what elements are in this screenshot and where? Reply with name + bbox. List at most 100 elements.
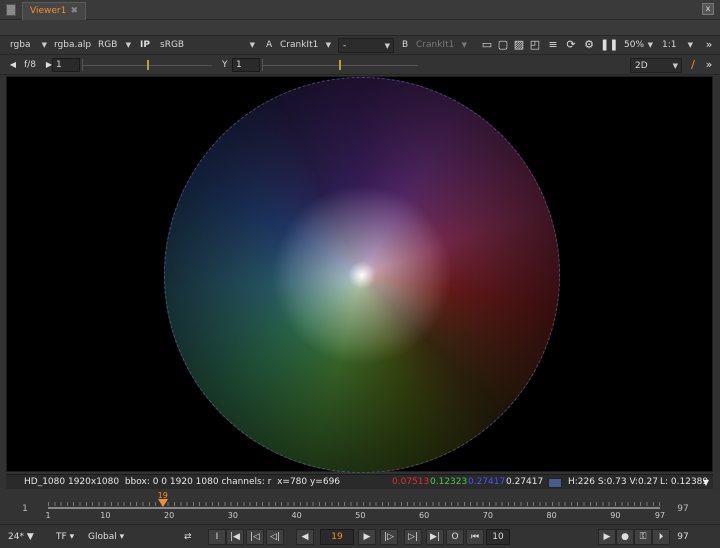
timeline-playhead[interactable]: [157, 499, 168, 507]
bbox-info: bbox: 0 0 1920 1080: [124, 477, 219, 487]
fps-value: 24*: [8, 532, 24, 542]
fstop-label: f/8: [24, 60, 36, 70]
proxy-dropdown[interactable]: 1:1 ▼: [658, 38, 696, 53]
info-menu-icon[interactable]: ▼: [703, 475, 709, 490]
play-backward-icon[interactable]: ◀: [296, 529, 314, 545]
play-forward-icon[interactable]: ▶: [358, 529, 376, 545]
more-options-icon[interactable]: »: [702, 38, 716, 52]
viewer-lut-dropdown[interactable]: sRGB ▼: [156, 38, 258, 53]
fps-dropdown[interactable]: 24* ▼: [8, 529, 52, 545]
pixel-alpha-value: 0.27417: [506, 477, 544, 487]
step-back-icon[interactable]: ◁|: [266, 529, 284, 545]
timeline-frame-label: 70: [482, 511, 493, 520]
pause-icon[interactable]: ❚❚: [600, 38, 618, 52]
input-process-button[interactable]: IP: [136, 38, 154, 53]
lock-icon[interactable]: ⚿: [634, 529, 652, 545]
end-frame-field[interactable]: 97: [670, 529, 696, 545]
gamma-field[interactable]: 1: [232, 58, 260, 72]
time-format-dropdown[interactable]: TF ▾: [56, 529, 80, 545]
playback-mode-icon[interactable]: ⇄: [184, 529, 204, 545]
step-mode-icon[interactable]: ⏵: [652, 529, 670, 545]
compare-mode-dropdown[interactable]: - ▼: [338, 38, 394, 53]
viewer-toolbar: rgba ▼ rgba.alp RGB ▼ IP sRGB ▼ A CrankIt1 ▼…: [0, 36, 720, 55]
gamma-slider[interactable]: [262, 59, 418, 71]
gamma-slider-handle[interactable]: [339, 60, 341, 70]
timeline-end-frame[interactable]: 97: [670, 496, 696, 522]
frame-range-dropdown[interactable]: Global ▾: [88, 529, 134, 545]
input-a-label: A: [266, 40, 273, 50]
pixel-green-value: 0.12323: [430, 477, 468, 487]
chevron-down-icon: ▼: [26, 532, 34, 542]
view-mode-dropdown[interactable]: 2D ▼: [630, 58, 682, 73]
tab-close-icon[interactable]: ✖: [70, 6, 78, 16]
playback-bar: 24* ▼ TF ▾ Global ▾ ⇄ I |◀ |◁ ◁| ◀ 19 ▶ …: [0, 524, 720, 548]
timeline-frame-label: 90: [610, 511, 621, 520]
pane-menu-icon[interactable]: [6, 4, 16, 16]
timeline-frame-label: 1: [45, 511, 51, 520]
input-b-label: B: [402, 40, 409, 50]
display-value: RGB: [98, 40, 118, 50]
tab-viewer1[interactable]: Viewer1 ✖: [22, 2, 86, 20]
input-a-dropdown[interactable]: CrankIt1 ▼: [276, 38, 334, 53]
color-sphere-image: [164, 77, 560, 473]
view-mode-value: 2D: [635, 61, 648, 71]
gain-slider-handle[interactable]: [147, 60, 149, 70]
gain-field[interactable]: 1: [52, 58, 80, 72]
chevron-down-icon: ▼: [325, 41, 331, 49]
pixel-hsv-value: H:226 S:0.73 V:0.27: [568, 477, 658, 487]
viewer-canvas[interactable]: [6, 76, 713, 473]
channels-dropdown[interactable]: rgba ▼: [6, 38, 50, 53]
frame-increment-field[interactable]: 10: [486, 529, 510, 545]
timeline-start-frame[interactable]: 1: [12, 496, 38, 522]
timeline-scrubber[interactable]: 19 1 10 20 30 40 50 60 70 80 90 97: [45, 491, 665, 520]
timeline-frame-label: 40: [291, 511, 302, 520]
input-b-dropdown[interactable]: CrankIt1 ▼: [412, 38, 470, 53]
flipbook-icon[interactable]: ▶: [598, 529, 616, 545]
more-options-icon[interactable]: »: [702, 58, 716, 72]
title-bar: Viewer1 ✖ x: [0, 0, 720, 20]
zebra-stripes-icon[interactable]: ▨: [512, 38, 526, 52]
tab-title: Viewer1: [30, 6, 67, 16]
skip-to-start-icon[interactable]: |◀: [226, 529, 244, 545]
roi-icon[interactable]: ◰: [528, 38, 542, 52]
display-channels-dropdown[interactable]: RGB ▼: [94, 38, 134, 53]
current-frame-field[interactable]: 19: [320, 529, 354, 545]
input-b-value: CrankIt1: [416, 40, 455, 50]
zoom-dropdown[interactable]: 50% ▼: [620, 38, 656, 53]
time-format-value: TF: [56, 532, 67, 542]
compare-mode-value: -: [343, 41, 347, 51]
toolbar-spacer: [0, 20, 720, 36]
lines-icon[interactable]: ≡: [546, 38, 560, 52]
proxy-value: 1:1: [662, 40, 677, 50]
step-increment-icon[interactable]: ⏮: [466, 529, 484, 545]
chevron-down-icon: ▼: [461, 41, 467, 49]
input-a-value: CrankIt1: [280, 40, 319, 50]
timeline-frame-label: 50: [355, 511, 366, 520]
refresh-icon[interactable]: ⟳: [564, 38, 578, 52]
next-keyframe-icon[interactable]: ▷|: [404, 529, 422, 545]
close-pane-button[interactable]: x: [702, 3, 714, 15]
gain-slider[interactable]: [82, 59, 212, 71]
timeline-frame-label: 30: [227, 511, 238, 520]
info-bar: HD_1080 1920x1080 bbox: 0 0 1920 1080 ch…: [6, 474, 713, 489]
set-in-point-button[interactable]: I: [208, 529, 226, 545]
alpha-channel-dropdown[interactable]: rgba.alp: [50, 38, 92, 53]
skip-to-end-icon[interactable]: ▶|: [426, 529, 444, 545]
chevron-down-icon: ▼: [125, 41, 131, 49]
set-out-point-button[interactable]: O: [446, 529, 464, 545]
zoom-value: 50%: [624, 40, 645, 50]
record-icon[interactable]: ●: [616, 529, 634, 545]
mask-overlay-icon[interactable]: ▭: [480, 38, 494, 52]
safe-area-icon[interactable]: ▢: [496, 38, 510, 52]
paint-brush-icon[interactable]: ∕: [686, 58, 700, 72]
timeline-frame-label: 60: [419, 511, 430, 520]
previous-keyframe-icon[interactable]: |◁: [246, 529, 264, 545]
gain-decrease-icon[interactable]: ◀: [6, 58, 20, 72]
lut-value: sRGB: [160, 40, 185, 50]
settings-icon[interactable]: ⚙: [582, 38, 596, 52]
step-forward-icon[interactable]: |▷: [380, 529, 398, 545]
timeline: 1 19 1 10 20 30 40 50 60 70 80 90 97 97: [0, 490, 720, 524]
cursor-position: x=780 y=696: [277, 477, 341, 487]
chevron-down-icon: ▼: [647, 41, 653, 49]
pixel-blue-value: 0.27417: [468, 477, 506, 487]
